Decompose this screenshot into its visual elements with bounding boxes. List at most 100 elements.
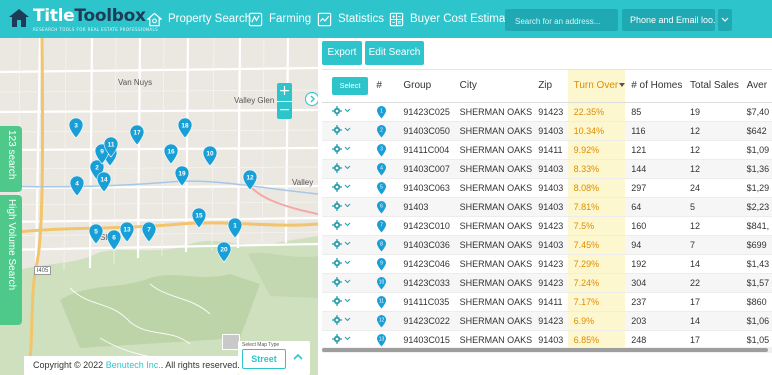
table-row[interactable]: 3 91411C004 SHERMAN OAKS 91411 9.92% 121 12 $1,… [322,140,772,160]
row-pin[interactable]: 8 [370,235,398,255]
tab-123-search[interactable]: 123 search [0,126,22,192]
row-pin[interactable]: 5 [370,178,398,198]
table-row[interactable]: 8 91403C036 SHERMAN OAKS 91403 7.45% 94 7 $699 [322,235,772,255]
map-marker[interactable]: 10 [202,145,218,167]
map-type-street-button[interactable]: Street [242,349,286,369]
map-marker[interactable]: 19 [174,165,190,187]
chevron-up-icon[interactable] [292,352,304,362]
nav-buyer-cost-estimate[interactable]: Buyer Cost Estimate [389,9,515,29]
row-actions [322,235,371,255]
table-row[interactable]: 9 91423C046 SHERMAN OAKS 91423 7.29% 192 14 $1,… [322,254,772,274]
table-row[interactable]: 11 91411C035 SHERMAN OAKS 91411 7.17% 237 17 $8… [322,292,772,312]
row-pin[interactable]: 11 [370,292,398,312]
tab-high-volume-search[interactable]: High Volume Search [0,195,22,325]
cell-group: 91423C010 [397,216,454,236]
row-pin[interactable]: 3 [370,140,398,160]
zoom-out-button[interactable]: − [277,101,292,119]
row-pin[interactable]: 2 [370,121,398,141]
map-pin-icon: 7 [141,221,157,243]
map-marker[interactable]: 13 [119,221,135,243]
row-settings-menu[interactable] [332,200,351,211]
address-search-input[interactable] [505,10,618,33]
map-marker[interactable]: 20 [216,241,232,263]
row-settings-menu[interactable] [332,219,351,230]
column-header-total-sales[interactable]: Total Sales [684,70,741,103]
row-settings-menu[interactable] [332,276,351,287]
map-marker[interactable]: 17 [129,124,145,146]
cell-total-sales: 17 [684,330,741,347]
map-marker[interactable]: 3 [68,117,84,139]
row-settings-menu[interactable] [332,295,351,306]
nav-statistics[interactable]: Statistics [317,9,384,29]
table-row[interactable]: 6 91403 SHERMAN OAKS 91403 7.81% 64 5 $2,23 [322,197,772,217]
select-button[interactable]: Select [332,76,368,95]
column-header-number[interactable]: # [370,70,398,103]
filter-dropdown[interactable]: Phone and Email loo... [622,9,715,31]
row-settings-menu[interactable] [332,162,351,173]
cell-city: SHERMAN OAKS [453,140,533,160]
cell-homes: 160 [625,216,685,236]
column-header-group[interactable]: Group [397,70,454,103]
nav-property-search[interactable]: Property Search [147,9,251,29]
map-marker[interactable]: 5 [88,223,104,245]
row-settings-menu[interactable] [332,257,351,268]
row-pin[interactable]: 7 [370,216,398,236]
chevron-down-icon [344,336,351,341]
row-pin[interactable]: 13 [370,330,398,347]
row-actions [322,292,371,312]
row-actions [322,273,371,293]
collapse-map-button[interactable] [305,92,318,106]
column-header-city[interactable]: City [453,70,533,103]
cell-total-sales: 19 [684,102,741,122]
benutech-link[interactable]: Benutech Inc. [106,360,161,370]
row-settings-menu[interactable] [332,238,351,249]
map-marker[interactable]: 15 [191,207,207,229]
select-column-header: Select [322,70,371,103]
table-row[interactable]: 13 91403C015 SHERMAN OAKS 91403 6.85% 248 17 $1… [322,330,772,347]
row-settings-menu[interactable] [332,124,351,135]
table-row[interactable]: 4 91403C007 SHERMAN OAKS 91403 8.33% 144 12 $1,… [322,159,772,179]
map-marker[interactable]: 7 [141,221,157,243]
map-marker[interactable]: 14 [96,171,112,193]
address-search-box [505,9,618,33]
column-header-homes[interactable]: # of Homes [625,70,685,103]
map-marker[interactable]: 1 [227,217,243,239]
filter-dropdown-toggle[interactable] [718,9,732,31]
map-marker[interactable]: 11 [103,136,119,158]
table-row[interactable]: 12 91423C022 SHERMAN OAKS 91423 6.9% 203 14 $1,… [322,311,772,331]
row-pin[interactable]: 1 [370,102,398,122]
map-marker[interactable]: 18 [177,117,193,139]
nav-label: Buyer Cost Estimate [410,13,515,25]
pin-number: 6 [381,203,384,209]
row-pin[interactable]: 4 [370,159,398,179]
horizontal-scrollbar[interactable] [322,347,772,353]
map-marker[interactable]: 12 [242,169,258,191]
row-settings-menu[interactable] [332,314,351,325]
column-header-average[interactable]: Aver [740,70,772,103]
gear-icon [332,333,342,344]
table-row[interactable]: 10 91423C033 SHERMAN OAKS 91423 7.24% 304 22 $1… [322,273,772,293]
row-settings-menu[interactable] [332,181,351,192]
row-pin[interactable]: 9 [370,254,398,274]
table-row[interactable]: 2 91403C050 SHERMAN OAKS 91403 10.34% 116 12 $6… [322,121,772,141]
table-row[interactable]: 1 91423C025 SHERMAN OAKS 91423 22.35% 85 19 $7,… [322,102,772,122]
map-view[interactable]: Van Nuys Valley Glen Valley Sher I405 12… [0,38,318,375]
row-settings-menu[interactable] [332,333,351,344]
row-settings-menu[interactable] [332,143,351,154]
map-marker[interactable]: 16 [163,143,179,165]
row-settings-menu[interactable] [332,105,351,116]
export-button[interactable]: Export [322,41,362,65]
row-pin[interactable]: 12 [370,311,398,331]
table-row[interactable]: 7 91423C010 SHERMAN OAKS 91423 7.5% 160 12 $841… [322,216,772,236]
title-toolbox-logo[interactable]: TitleToolbox RESEARCH TOOLS FOR REAL EST… [8,5,158,35]
row-pin[interactable]: 6 [370,197,398,217]
edit-search-button[interactable]: Edit Search [365,41,424,65]
column-header-zip[interactable]: Zip [532,70,568,103]
scrollbar-thumb[interactable] [322,348,768,352]
zoom-in-button[interactable]: + [277,83,292,101]
map-marker[interactable]: 4 [69,175,85,197]
column-header-turnover[interactable]: Turn Over [567,70,626,103]
nav-farming[interactable]: Farming [248,9,311,29]
table-row[interactable]: 5 91403C063 SHERMAN OAKS 91403 8.08% 297 24 $1,… [322,178,772,198]
row-pin[interactable]: 10 [370,273,398,293]
